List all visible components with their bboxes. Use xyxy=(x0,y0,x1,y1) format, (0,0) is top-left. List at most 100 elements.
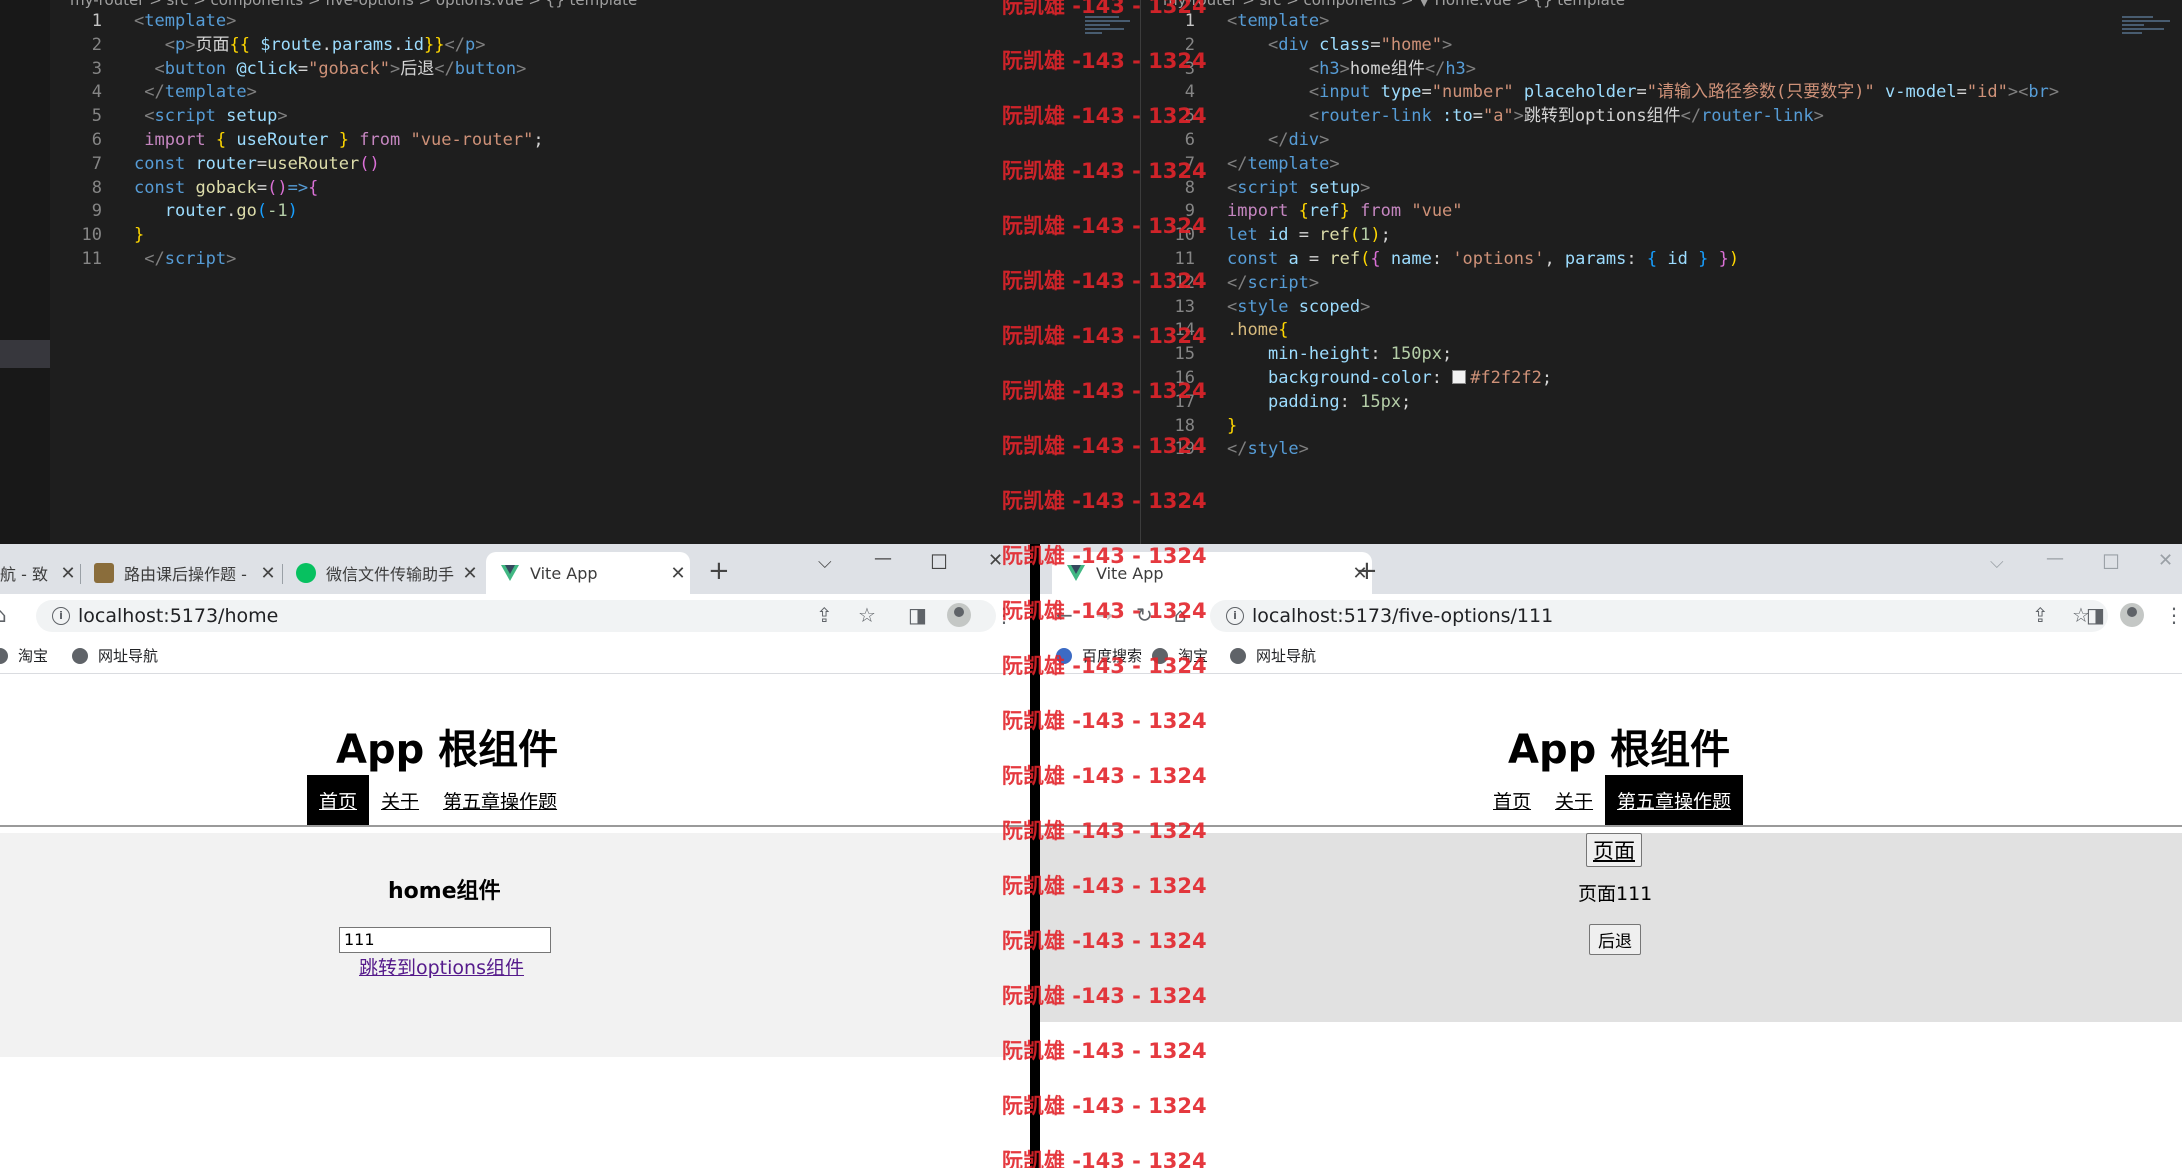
code-line[interactable]: 4 </template> xyxy=(50,81,544,105)
code-token: . xyxy=(393,34,404,55)
reload-icon[interactable]: ↻ xyxy=(1136,604,1153,626)
browser-tab[interactable]: 路由课后操作题 - ✕ xyxy=(80,552,280,594)
code-line[interactable]: 13 <style scoped> xyxy=(1141,296,2059,320)
breadcrumb[interactable]: my-router > src > components > five-opti… xyxy=(70,0,637,9)
forward-arrow-icon[interactable]: → xyxy=(1096,604,1113,626)
maximize-icon[interactable]: ☐ xyxy=(2102,550,2120,574)
router-link-options[interactable]: 跳转到options组件 xyxy=(359,953,524,980)
code-line[interactable]: 15 min-height: 150px; xyxy=(1141,343,2059,367)
activity-bar-selected-item[interactable] xyxy=(0,340,50,368)
close-window-icon[interactable]: ✕ xyxy=(2158,550,2173,571)
color-swatch-icon[interactable] xyxy=(1452,369,1467,384)
back-button[interactable]: 后退 xyxy=(1589,924,1641,955)
bookmark-item[interactable]: 网址导航 xyxy=(72,645,158,666)
code-line[interactable]: 2 <p>页面{{ $route.params.id}}</p> xyxy=(50,34,544,58)
code-line[interactable]: 1 <template> xyxy=(1141,10,2059,34)
code-line[interactable]: 9 router.go(-1) xyxy=(50,200,544,224)
nav-link-about[interactable]: 关于 xyxy=(369,775,431,825)
share-icon[interactable]: ⇪ xyxy=(816,604,833,626)
minimize-icon[interactable]: — xyxy=(874,548,892,569)
code-line[interactable]: 5 <router-link :to="a">跳转到options组件</rou… xyxy=(1141,105,2059,129)
nav-link-chapter5[interactable]: 第五章操作题 xyxy=(1605,775,1744,825)
tab-search-chevron-icon[interactable]: ⌵ xyxy=(1990,552,2004,573)
code-area[interactable]: 1 <template> 2 <p>页面{{ $route.params.id}}<… xyxy=(50,10,544,272)
code-line[interactable]: 18} xyxy=(1141,415,2059,439)
code-line[interactable]: 10} xyxy=(50,224,544,248)
profile-avatar-icon[interactable] xyxy=(2120,603,2144,627)
nav-link-about[interactable]: 关于 xyxy=(1543,775,1605,825)
address-url[interactable]: localhost:5173/five-options/111 xyxy=(1252,605,1553,627)
page-button[interactable]: 页面 xyxy=(1586,833,1642,867)
maximize-icon[interactable]: ☐ xyxy=(930,550,948,574)
code-line[interactable]: 2 <div class="home"> xyxy=(1141,34,2059,58)
share-icon[interactable]: ⇪ xyxy=(2032,604,2049,626)
tab-search-chevron-icon[interactable]: ⌵ xyxy=(818,552,832,573)
code-text: } xyxy=(102,224,144,248)
site-info-icon[interactable]: i xyxy=(52,607,70,625)
browser-tab[interactable]: 微信文件传输助手 ✕ xyxy=(282,552,482,594)
close-icon[interactable]: ✕ xyxy=(666,563,690,584)
code-token: { xyxy=(1298,201,1309,222)
close-icon[interactable]: ✕ xyxy=(56,563,80,584)
site-info-icon[interactable]: i xyxy=(1226,607,1244,625)
code-line[interactable]: 9 import {ref} from "vue" xyxy=(1141,200,2059,224)
close-icon[interactable]: ✕ xyxy=(458,563,482,584)
close-icon[interactable]: ✕ xyxy=(256,563,280,584)
side-panel-icon[interactable]: ◨ xyxy=(2086,604,2105,626)
nav-link-home[interactable]: 首页 xyxy=(1481,775,1543,825)
address-url[interactable]: localhost:5173/home xyxy=(78,605,278,627)
code-token: {{ xyxy=(229,34,250,55)
bookmark-item[interactable]: 网址导航 xyxy=(1230,645,1316,666)
code-line[interactable]: 16 background-color: #f2f2f2; xyxy=(1141,367,2059,391)
code-line[interactable]: 3 <button @click="goback">后退</button> xyxy=(50,58,544,82)
code-line[interactable]: 11 </script> xyxy=(50,248,544,272)
home-icon[interactable]: ⌂ xyxy=(1174,604,1187,626)
code-line[interactable]: 7 const router=useRouter() xyxy=(50,153,544,177)
minimize-icon[interactable]: — xyxy=(2046,548,2064,569)
code-line[interactable]: 7 </template> xyxy=(1141,153,2059,177)
bookmark-item[interactable]: 淘宝 xyxy=(0,645,48,666)
code-line[interactable]: 19 </style> xyxy=(1141,438,2059,462)
code-line[interactable]: 4 <input type="number" placeholder="请输入路… xyxy=(1141,81,2059,105)
bookmark-item[interactable]: 百度搜索 xyxy=(1056,645,1142,666)
code-line[interactable]: 6 import { useRouter } from "vue-router"… xyxy=(50,129,544,153)
browser-tab-active[interactable]: Vite App ✕ xyxy=(1052,552,1372,594)
route-param-input[interactable]: 111 xyxy=(339,927,551,953)
code-area[interactable]: 1 <template> 2 <div class="home"> 3 <h3>hom… xyxy=(1141,10,2060,462)
menu-kebab-icon[interactable]: ⋮ xyxy=(994,604,1014,626)
bookmark-star-icon[interactable]: ☆ xyxy=(858,604,876,626)
code-line[interactable]: 14 .home{ xyxy=(1141,319,2059,343)
nav-link-chapter5[interactable]: 第五章操作题 xyxy=(431,775,569,825)
menu-kebab-icon[interactable]: ⋮ xyxy=(2164,604,2182,626)
home-icon[interactable]: ⌂ xyxy=(0,604,7,626)
browser-tab[interactable]: 航 - 致 ✕ xyxy=(0,552,80,594)
code-line[interactable]: 10 let id = ref(1); xyxy=(1141,224,2059,248)
close-window-icon[interactable]: ✕ xyxy=(988,550,1003,571)
line-number: 11 xyxy=(81,248,102,269)
address-bar[interactable]: i localhost:5173/home ⇪ ☆ xyxy=(36,600,996,632)
bookmark-item[interactable]: 淘宝 xyxy=(1152,645,1208,666)
code-line[interactable]: 11 const a = ref({ name: 'options', param… xyxy=(1141,248,2059,272)
address-bar[interactable]: i localhost:5173/five-options/111 ⇪ ☆ xyxy=(1210,600,2108,632)
code-line[interactable]: 1 <template> xyxy=(50,10,544,34)
browser-tab-active[interactable]: Vite App ✕ xyxy=(486,552,690,594)
code-line[interactable]: 17 padding: 15px; xyxy=(1141,391,2059,415)
code-editor-home-vue[interactable]: my-router > src > components > ▼ Home.vu… xyxy=(1141,0,2182,544)
code-editor-options-vue[interactable]: my-router > src > components > five-opti… xyxy=(0,0,1141,544)
breadcrumb[interactable]: my-router > src > components > ▼ Home.vu… xyxy=(1163,0,1625,9)
code-line[interactable]: 5 <script setup> xyxy=(50,105,544,129)
code-line[interactable]: 3 <h3>home组件</h3> xyxy=(1141,58,2059,82)
code-line[interactable]: 8 const goback=()=>{ xyxy=(50,177,544,201)
back-arrow-icon[interactable]: ← xyxy=(1056,604,1073,626)
side-panel-icon[interactable]: ◨ xyxy=(908,604,927,626)
minimap[interactable] xyxy=(1085,14,1141,54)
code-line[interactable]: 8 <script setup> xyxy=(1141,177,2059,201)
line-number: 5 xyxy=(91,106,102,127)
code-line[interactable]: 12 </script> xyxy=(1141,272,2059,296)
minimap[interactable] xyxy=(2122,14,2178,54)
profile-avatar-icon[interactable] xyxy=(947,603,971,627)
nav-link-home[interactable]: 首页 xyxy=(307,775,370,825)
new-tab-icon[interactable]: + xyxy=(1356,556,1378,586)
code-line[interactable]: 6 </div> xyxy=(1141,129,2059,153)
new-tab-icon[interactable]: + xyxy=(708,556,730,586)
